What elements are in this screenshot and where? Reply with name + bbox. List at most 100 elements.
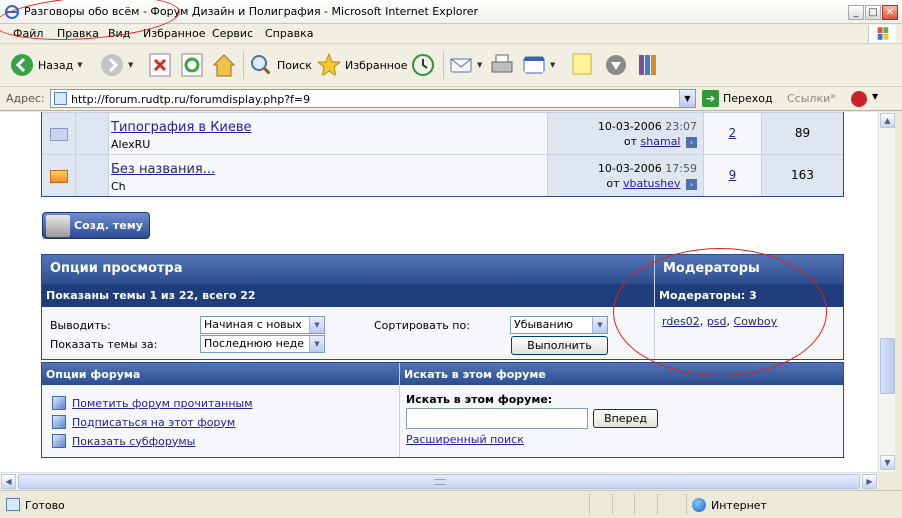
horizontal-scrollbar[interactable]: ◀ ▶ <box>0 472 878 489</box>
vertical-scroll-thumb[interactable] <box>880 338 895 394</box>
search-icon <box>251 55 273 77</box>
links-chevron-icon[interactable]: » <box>830 91 836 102</box>
chevron-down-icon: ▼ <box>309 336 324 352</box>
moderator-link[interactable]: rdes02 <box>662 315 700 328</box>
pdf-icon[interactable] <box>851 91 867 107</box>
ie-icon <box>5 5 19 19</box>
research-icon[interactable] <box>636 50 660 80</box>
menu-tools[interactable]: Сервис <box>212 27 253 40</box>
notes-icon[interactable] <box>570 50 594 80</box>
scroll-right-icon[interactable]: ▶ <box>862 474 877 489</box>
favorites-button[interactable]: Избранное <box>317 50 407 80</box>
scroll-corner <box>878 472 895 489</box>
refresh-icon[interactable] <box>180 50 204 80</box>
search-forum-input[interactable] <box>406 408 588 429</box>
stop-icon[interactable] <box>148 50 172 80</box>
thread-title-link[interactable]: Без названия... <box>111 162 215 177</box>
forward-button[interactable]: ▼ <box>100 50 133 80</box>
subscribe-link[interactable]: Подписаться на этот форум <box>52 414 235 430</box>
menu-file[interactable]: Файл <box>13 27 43 40</box>
menu-view[interactable]: Вид <box>108 27 130 40</box>
forum-tools-panel: Опции форума Искать в этом форуме Помети… <box>41 362 844 458</box>
show-select[interactable]: Начиная с новых ▼ <box>200 316 325 334</box>
new-thread-icon <box>46 215 70 237</box>
replies-count-link[interactable]: 2 <box>704 126 761 140</box>
period-select-value: Последнюю неде <box>204 337 304 350</box>
address-dropdown-icon[interactable]: ▼ <box>679 90 695 107</box>
print-icon[interactable] <box>490 50 514 80</box>
forward-dropdown-icon[interactable]: ▼ <box>128 61 133 69</box>
sort-label: Сортировать по: <box>374 319 470 332</box>
search-forum-header: Искать в этом форуме <box>400 363 843 385</box>
messenger-icon[interactable] <box>604 50 628 80</box>
pdf-dropdown-icon[interactable]: ▼ <box>872 92 878 101</box>
hot-thread-icon <box>50 170 68 183</box>
maximize-button[interactable]: □ <box>865 5 881 20</box>
internet-zone-icon <box>692 498 706 512</box>
address-bar: Адрес: http://forum.rudtp.ru/forumdispla… <box>0 87 902 111</box>
threads-shown-subheader: Показаны темы 1 из 22, всего 22 <box>42 284 654 307</box>
last-post-by: от shamal › <box>624 135 697 148</box>
history-icon[interactable] <box>411 50 435 80</box>
back-dropdown-icon[interactable]: ▼ <box>77 61 82 69</box>
favorites-icon <box>317 53 341 77</box>
new-thread-button[interactable]: Созд. тему <box>42 212 150 239</box>
search-button[interactable]: Поиск <box>249 50 312 80</box>
close-button[interactable]: ✕ <box>882 5 898 20</box>
search-go-button[interactable]: Вперед <box>593 409 658 428</box>
address-input[interactable]: http://forum.rudtp.ru/forumdisplay.php?f… <box>50 89 696 108</box>
window-title: Разговоры обо всём - Форум Дизайн и Поли… <box>24 5 479 18</box>
apply-button[interactable]: Выполнить <box>511 336 608 355</box>
last-post-time: 23:07 <box>665 120 697 133</box>
moderator-link[interactable]: psd <box>707 315 727 328</box>
zone-text: Интернет <box>711 499 767 512</box>
mail-dropdown-icon[interactable]: ▼ <box>477 61 482 69</box>
show-subforums-label[interactable]: Показать субфорумы <box>72 435 195 448</box>
edit-button[interactable]: ▼ <box>522 50 555 80</box>
goto-last-post-icon[interactable]: › <box>686 178 697 190</box>
menu-edit[interactable]: Правка <box>57 27 99 40</box>
tools-divider <box>399 363 400 457</box>
period-select[interactable]: Последнюю неде ▼ <box>200 335 325 353</box>
menu-favorites[interactable]: Избранное <box>143 27 205 40</box>
last-post-day: 10-03-2006 <box>597 120 662 133</box>
thread-author: AlexRU <box>111 138 151 151</box>
subscribe-label[interactable]: Подписаться на этот форум <box>72 416 235 429</box>
scroll-down-icon[interactable]: ▼ <box>880 455 895 470</box>
scroll-up-icon[interactable]: ▲ <box>880 113 895 128</box>
scroll-left-icon[interactable]: ◀ <box>1 474 16 489</box>
go-button[interactable]: ➜ Переход <box>702 90 773 107</box>
minimize-button[interactable]: _ <box>848 5 864 20</box>
toolbar-separator <box>243 51 244 79</box>
back-button[interactable]: Назад ▼ <box>10 50 83 80</box>
last-poster-link[interactable]: shamal <box>641 135 681 148</box>
table-row: Типография в Киеве AlexRU 10-03-2006 23:… <box>42 112 843 154</box>
toolbar: Назад ▼ ▼ Поиск Избранное ▼ ▼ <box>0 45 902 87</box>
show-label: Выводить: <box>50 319 111 332</box>
mail-icon <box>450 58 472 73</box>
menu-help[interactable]: Справка <box>265 27 313 40</box>
mark-read-label[interactable]: Пометить форум прочитанным <box>72 397 253 410</box>
moderators-count: Модераторы: 3 <box>655 284 843 307</box>
edit-icon <box>523 56 545 74</box>
thread-list: Типография в Киеве AlexRU 10-03-2006 23:… <box>41 112 844 197</box>
advanced-search-link[interactable]: Расширенный поиск <box>406 433 524 446</box>
chevron-down-icon: ▼ <box>309 317 324 333</box>
replies-count-link[interactable]: 9 <box>704 168 761 182</box>
mail-button[interactable]: ▼ <box>449 50 482 80</box>
address-url[interactable]: http://forum.rudtp.ru/forumdisplay.php?f… <box>71 93 310 106</box>
thread-title-link[interactable]: Типография в Киеве <box>111 120 252 135</box>
home-icon[interactable] <box>212 50 236 80</box>
horizontal-scroll-thumb[interactable] <box>18 474 860 489</box>
moderator-link[interactable]: Cowboy <box>734 315 778 328</box>
goto-last-post-icon[interactable]: › <box>686 136 697 148</box>
edit-dropdown-icon[interactable]: ▼ <box>550 61 555 69</box>
windows-logo-icon <box>868 25 896 43</box>
last-post-time: 17:59 <box>665 162 697 175</box>
links-label[interactable]: Ссылки <box>787 92 830 105</box>
show-subforums-link[interactable]: Показать субфорумы <box>52 433 195 449</box>
sort-select[interactable]: Убыванию ▼ <box>510 316 608 334</box>
mark-read-link[interactable]: Пометить форум прочитанным <box>52 395 253 411</box>
last-poster-link[interactable]: vbatushev <box>623 177 681 190</box>
vertical-scrollbar[interactable]: ▲ ▼ <box>878 112 895 472</box>
